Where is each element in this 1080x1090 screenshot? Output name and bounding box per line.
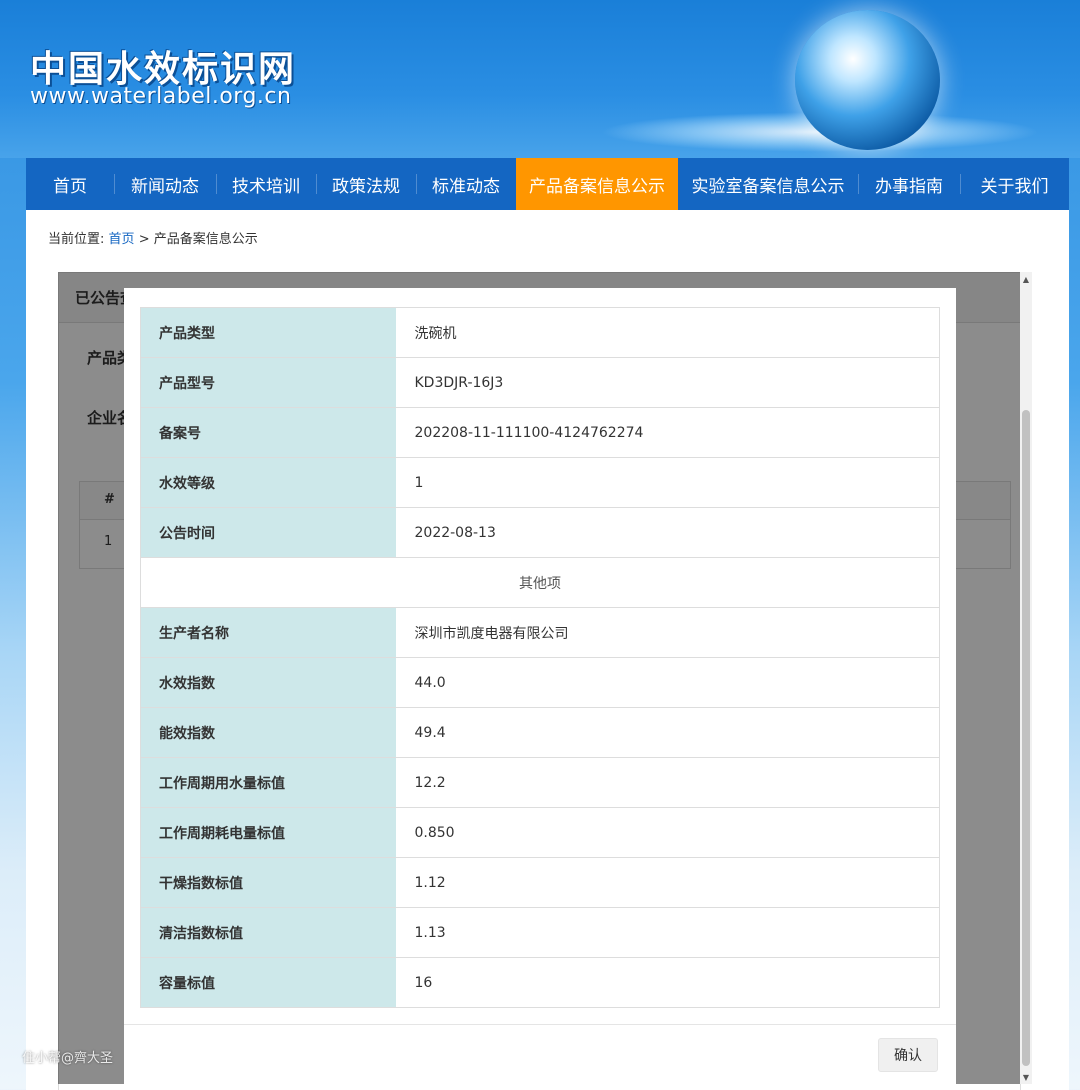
detail-value: 2022-08-13 (395, 507, 940, 558)
breadcrumb: 当前位置: 首页 > 产品备案信息公示 (48, 228, 258, 247)
nav-item-lab-filing[interactable]: 实验室备案信息公示 (678, 158, 858, 210)
detail-value: 1.13 (395, 907, 940, 958)
nav-item-standards[interactable]: 标准动态 (416, 158, 516, 210)
breadcrumb-home-link[interactable]: 首页 (109, 232, 135, 247)
detail-key: 产品类型 (140, 307, 396, 358)
detail-key: 水效等级 (140, 457, 396, 508)
detail-value: 深圳市凯度电器有限公司 (395, 607, 940, 658)
detail-value: 0.850 (395, 807, 940, 858)
scroll-thumb[interactable] (1022, 410, 1030, 1066)
breadcrumb-prefix: 当前位置: (48, 232, 105, 247)
nav-item-guide[interactable]: 办事指南 (858, 158, 960, 210)
section-row: 其他项 (140, 557, 940, 608)
detail-key: 能效指数 (140, 707, 396, 758)
nav-item-about[interactable]: 关于我们 (960, 158, 1069, 210)
detail-value: 1.12 (395, 857, 940, 908)
nav-item-news[interactable]: 新闻动态 (114, 158, 216, 210)
modal-scrollbar[interactable]: ▲ ▼ (1020, 272, 1032, 1084)
detail-value: 16 (395, 957, 940, 1008)
detail-value: 洗碗机 (395, 307, 940, 358)
detail-key: 工作周期用水量标值 (140, 757, 396, 808)
detail-key: 干燥指数标值 (140, 857, 396, 908)
scroll-down-arrow-icon[interactable]: ▼ (1020, 1070, 1032, 1084)
detail-row: 清洁指数标值 1.13 (140, 907, 940, 958)
product-detail-table: 产品类型 洗碗机 产品型号 KD3DJR-16J3 备案号 202208-11-11110… (140, 307, 940, 1008)
detail-value: 12.2 (395, 757, 940, 808)
detail-row: 干燥指数标值 1.12 (140, 857, 940, 908)
confirm-button[interactable]: 确认 (878, 1038, 938, 1072)
detail-key: 清洁指数标值 (140, 907, 396, 958)
detail-key: 水效指数 (140, 657, 396, 708)
detail-row: 工作周期耗电量标值 0.850 (140, 807, 940, 858)
detail-key: 产品型号 (140, 357, 396, 408)
product-detail-modal: 产品类型 洗碗机 产品型号 KD3DJR-16J3 备案号 202208-11-11110… (124, 288, 956, 1084)
detail-row: 工作周期用水量标值 12.2 (140, 757, 940, 808)
detail-row: 备案号 202208-11-111100-4124762274 (140, 407, 940, 458)
nav-item-product-filing[interactable]: 产品备案信息公示 (516, 158, 678, 210)
detail-row: 容量标值 16 (140, 957, 940, 1008)
nav-item-policy[interactable]: 政策法规 (316, 158, 416, 210)
header-banner: 中国水效标识网 www.waterlabel.org.cn (0, 0, 1080, 158)
detail-key: 容量标值 (140, 957, 396, 1008)
detail-key: 公告时间 (140, 507, 396, 558)
main-nav: 首页 新闻动态 技术培训 政策法规 标准动态 产品备案信息公示 实验室备案信息公… (26, 158, 1069, 210)
detail-value: KD3DJR-16J3 (395, 357, 940, 408)
detail-row: 水效指数 44.0 (140, 657, 940, 708)
detail-value: 1 (395, 457, 940, 508)
detail-row: 能效指数 49.4 (140, 707, 940, 758)
detail-row: 公告时间 2022-08-13 (140, 507, 940, 558)
detail-value: 202208-11-111100-4124762274 (395, 407, 940, 458)
nav-item-home[interactable]: 首页 (26, 158, 114, 210)
detail-key: 生产者名称 (140, 607, 396, 658)
globe-icon (795, 10, 940, 150)
breadcrumb-separator: > (138, 232, 150, 247)
detail-row: 产品型号 KD3DJR-16J3 (140, 357, 940, 408)
detail-key: 工作周期耗电量标值 (140, 807, 396, 858)
section-title: 其他项 (140, 557, 940, 608)
breadcrumb-current: 产品备案信息公示 (153, 232, 258, 247)
detail-row: 生产者名称 深圳市凯度电器有限公司 (140, 607, 940, 658)
detail-row: 水效等级 1 (140, 457, 940, 508)
detail-row: 产品类型 洗碗机 (140, 307, 940, 358)
site-logo-url: www.waterlabel.org.cn (30, 84, 292, 109)
detail-value: 44.0 (395, 657, 940, 708)
detail-value: 49.4 (395, 707, 940, 758)
nav-item-training[interactable]: 技术培训 (216, 158, 316, 210)
modal-footer: 确认 (124, 1024, 956, 1084)
detail-key: 备案号 (140, 407, 396, 458)
watermark: 住小帮@齊大圣 (22, 1051, 114, 1066)
scroll-up-arrow-icon[interactable]: ▲ (1020, 272, 1032, 286)
